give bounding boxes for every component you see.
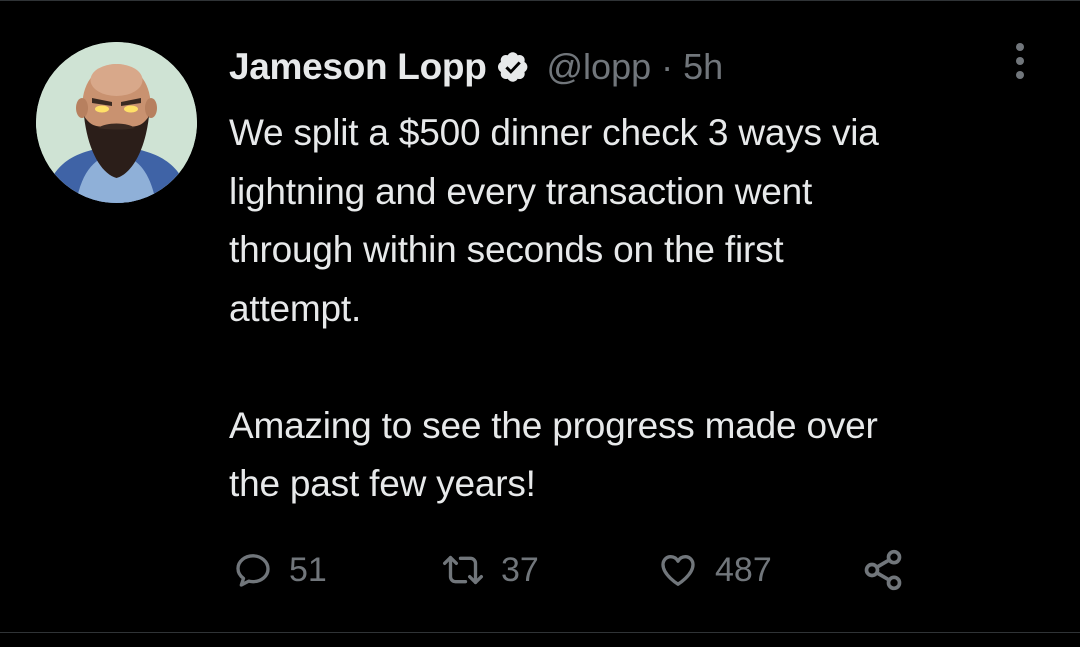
retweet-button[interactable]: 37	[441, 548, 539, 592]
retweet-count: 37	[501, 550, 539, 589]
verified-badge-icon	[495, 49, 531, 85]
author-handle[interactable]: @lopp	[547, 46, 652, 88]
avatar[interactable]	[36, 42, 197, 203]
tweet-timestamp[interactable]: 5h	[683, 46, 723, 88]
avatar-illustration	[36, 42, 197, 203]
share-button[interactable]	[861, 548, 905, 592]
reply-count: 51	[289, 550, 327, 589]
top-divider	[0, 0, 1080, 1]
reply-icon	[236, 554, 270, 587]
heart-icon	[661, 555, 695, 586]
more-options-icon[interactable]	[1008, 41, 1032, 81]
bottom-divider	[0, 632, 1080, 633]
reply-button[interactable]: 51	[233, 548, 327, 592]
like-count: 487	[715, 550, 772, 589]
tweet-text: We split a $500 dinner check 3 ways via …	[229, 112, 879, 504]
retweet-icon	[442, 555, 483, 585]
author-display-name[interactable]: Jameson Lopp	[229, 46, 487, 88]
share-icon	[864, 549, 902, 591]
tweet-actions: 51 37 487	[233, 548, 933, 592]
like-button[interactable]: 487	[657, 548, 772, 592]
header-separator: ·	[661, 46, 674, 87]
tweet-header: Jameson Lopp @lopp · 5h	[229, 44, 723, 90]
